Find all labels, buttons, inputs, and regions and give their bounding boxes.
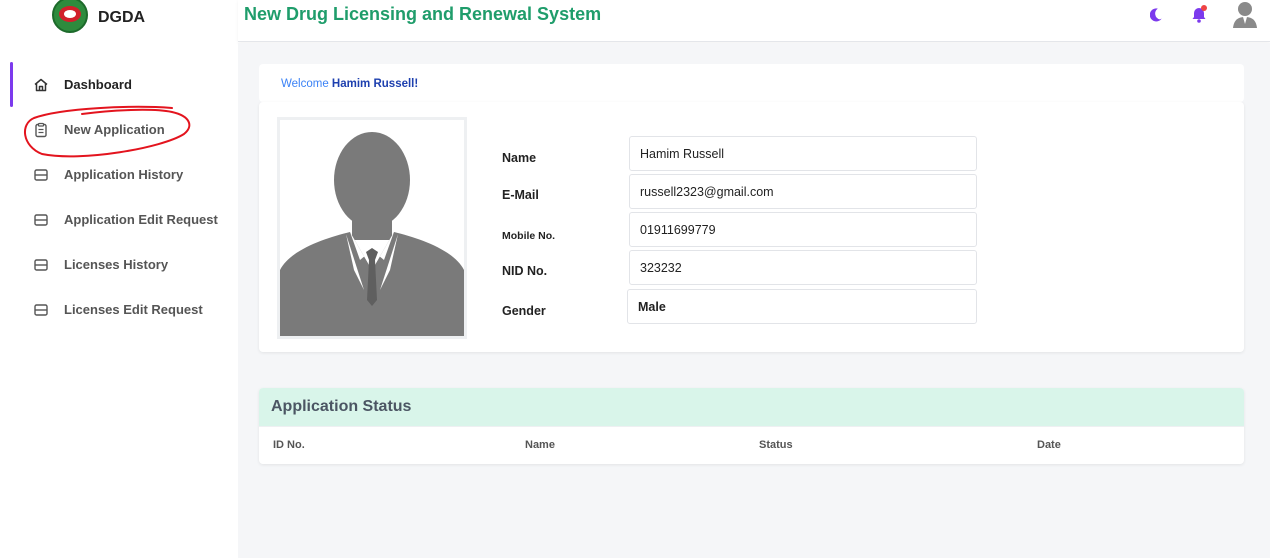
name-label: Name	[502, 151, 537, 165]
welcome-user-name: Hamim Russell!	[331, 78, 419, 90]
status-table-header: ID No. Name Status Date	[259, 426, 1244, 464]
column-header-status: Status	[759, 439, 793, 451]
sidebar-item-licenses-edit-request[interactable]: Licenses Edit Request	[0, 287, 238, 332]
main-content: Welcome Hamim Russell! Name Hamim Russel…	[238, 43, 1270, 558]
name-field[interactable]: Hamim Russell	[629, 136, 977, 171]
sidebar-item-label: Licenses Edit Request	[64, 302, 203, 317]
sidebar-item-licenses-history[interactable]: Licenses History	[0, 242, 238, 287]
column-header-date: Date	[1037, 439, 1061, 451]
nid-field[interactable]: 323232	[629, 250, 977, 285]
column-header-name: Name	[525, 439, 555, 451]
application-status-title: Application Status	[259, 388, 1244, 426]
home-icon	[33, 77, 49, 93]
clipboard-icon	[33, 122, 49, 138]
welcome-message: Welcome Hamim Russell!	[281, 78, 418, 90]
profile-photo	[277, 117, 467, 339]
sidebar-item-application-history[interactable]: Application History	[0, 152, 238, 197]
person-silhouette-icon	[280, 120, 464, 336]
sidebar-item-label: Application Edit Request	[64, 212, 218, 227]
dgda-logo	[52, 0, 88, 33]
gender-label: Gender	[502, 304, 546, 318]
header-actions	[1126, 0, 1258, 32]
sidebar-item-label: Dashboard	[64, 77, 132, 92]
top-header: New Drug Licensing and Renewal System	[238, 0, 1270, 42]
sidebar-item-label: New Application	[64, 122, 165, 137]
profile-card: Name Hamim Russell E-Mail russell2323@gm…	[259, 102, 1244, 352]
email-field[interactable]: russell2323@gmail.com	[629, 174, 977, 209]
sidebar-item-application-edit-request[interactable]: Application Edit Request	[0, 197, 238, 242]
server-icon	[33, 167, 49, 183]
page-title: New Drug Licensing and Renewal System	[244, 4, 602, 24]
server-icon	[33, 302, 49, 318]
email-label: E-Mail	[502, 188, 539, 202]
sidebar-item-new-application[interactable]: New Application	[0, 107, 238, 152]
sidebar: DGDA Dashboard New Application Applicati…	[0, 0, 238, 558]
nid-label: NID No.	[502, 264, 548, 278]
application-status-card: Application Status ID No. Name Status Da…	[259, 388, 1244, 464]
mobile-label: Mobile No.	[502, 230, 556, 242]
sidebar-nav: Dashboard New Application Application Hi…	[0, 62, 238, 332]
sidebar-item-label: Licenses History	[64, 257, 169, 272]
gender-field[interactable]: Male	[627, 289, 977, 324]
brand-name: DGDA	[98, 9, 146, 26]
server-icon	[33, 257, 49, 273]
moon-icon[interactable]	[1149, 6, 1166, 27]
server-icon	[33, 212, 49, 228]
bell-icon[interactable]	[1190, 4, 1208, 29]
welcome-prefix: Welcome	[281, 78, 329, 90]
mobile-field[interactable]: 01911699779	[629, 212, 977, 247]
brand[interactable]: DGDA	[52, 0, 145, 36]
welcome-bar: Welcome Hamim Russell!	[259, 64, 1244, 102]
sidebar-item-dashboard[interactable]: Dashboard	[0, 62, 238, 107]
sidebar-item-label: Application History	[64, 167, 184, 182]
user-avatar-icon[interactable]	[1232, 0, 1258, 33]
column-header-id: ID No.	[273, 439, 305, 451]
